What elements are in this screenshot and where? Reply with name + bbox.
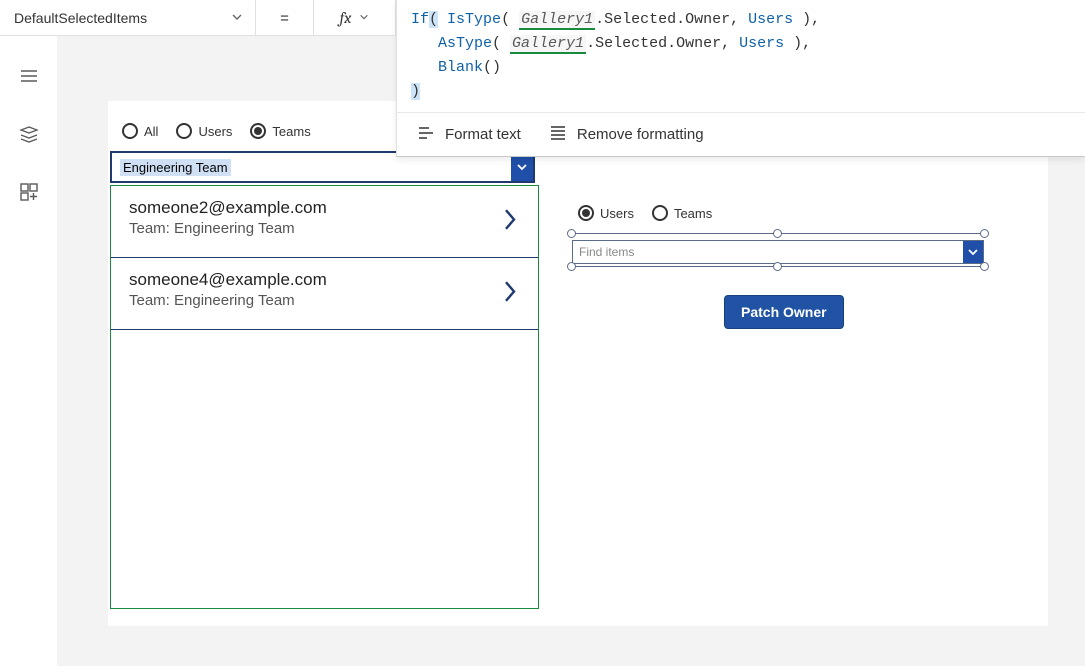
hamburger-icon[interactable]: [19, 66, 39, 86]
radio-option-users[interactable]: Users: [176, 123, 232, 139]
format-text-icon: [417, 124, 435, 146]
formula-bar-expanded: If( IsType( Gallery1.Selected.Owner, Use…: [396, 0, 1085, 157]
tree-view-icon[interactable]: [19, 124, 39, 144]
chevron-right-icon[interactable]: [502, 279, 518, 308]
gallery-item-subtitle: Team: Engineering Team: [129, 220, 520, 237]
app-screen: All Users Teams Engineering Team someone…: [108, 101, 1048, 626]
chevron-down-icon: [359, 12, 369, 25]
equals-label: =: [256, 0, 314, 36]
fx-button[interactable]: fx: [314, 0, 396, 36]
resize-handle[interactable]: [773, 229, 782, 238]
resize-handle[interactable]: [567, 229, 576, 238]
patch-owner-button[interactable]: Patch Owner: [724, 295, 844, 329]
selected-control-frame: Find items: [564, 234, 992, 264]
owner-combobox[interactable]: Find items: [572, 240, 984, 264]
formula-editor[interactable]: If( IsType( Gallery1.Selected.Owner, Use…: [397, 0, 1085, 112]
resize-handle[interactable]: [980, 229, 989, 238]
formula-toolbar: Format text Remove formatting: [397, 112, 1085, 156]
chevron-right-icon[interactable]: [502, 207, 518, 236]
gallery-item-title: someone4@example.com: [129, 270, 520, 290]
resize-handle[interactable]: [773, 262, 782, 271]
gallery: someone2@example.com Team: Engineering T…: [110, 185, 539, 609]
format-text-button[interactable]: Format text: [417, 124, 521, 146]
gallery-item[interactable]: someone2@example.com Team: Engineering T…: [111, 186, 538, 258]
property-name: DefaultSelectedItems: [14, 10, 147, 26]
radio-icon: [122, 123, 138, 139]
resize-handle[interactable]: [980, 262, 989, 271]
insert-icon[interactable]: [19, 182, 39, 202]
radio-option-all[interactable]: All: [122, 123, 158, 139]
radio-icon: [250, 123, 266, 139]
radio-option-teams[interactable]: Teams: [250, 123, 310, 139]
radio-icon: [652, 205, 668, 221]
gallery-item[interactable]: someone4@example.com Team: Engineering T…: [111, 258, 538, 330]
resize-handle[interactable]: [567, 262, 576, 271]
combobox-placeholder: Find items: [579, 245, 634, 259]
remove-formatting-button[interactable]: Remove formatting: [549, 124, 704, 146]
radio-icon: [578, 205, 594, 221]
radio-option-teams[interactable]: Teams: [652, 205, 712, 221]
left-radio-group: All Users Teams: [122, 123, 311, 139]
gallery-item-subtitle: Team: Engineering Team: [129, 292, 520, 309]
fx-label: fx: [340, 9, 352, 27]
left-rail: [0, 36, 58, 666]
right-radio-group: Users Teams: [578, 205, 712, 221]
chevron-down-icon: [511, 153, 533, 181]
radio-icon: [176, 123, 192, 139]
chevron-down-icon: [231, 10, 243, 26]
radio-option-users[interactable]: Users: [578, 205, 634, 221]
gallery-item-title: someone2@example.com: [129, 198, 520, 218]
property-selector[interactable]: DefaultSelectedItems: [0, 0, 256, 36]
chevron-down-icon: [963, 241, 983, 263]
combobox-selected-item: Engineering Team: [120, 159, 231, 176]
remove-formatting-icon: [549, 124, 567, 146]
